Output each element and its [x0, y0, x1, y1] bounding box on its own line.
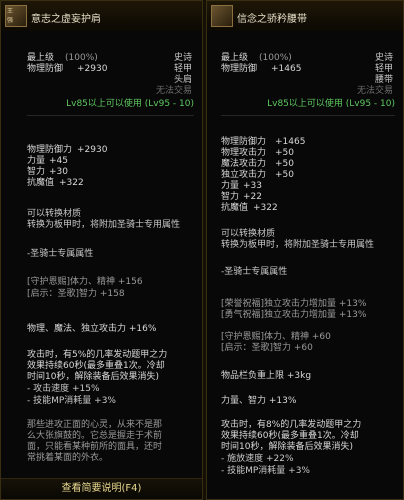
paladin-stat: [守护恩赐]体力、精神 +60	[221, 332, 331, 342]
shoulder-item-icon: 王 强	[5, 5, 27, 27]
proc-text: 时间10秒，解除装备后效果消失)	[221, 442, 353, 452]
item-title: 意志之虚妄护肩	[31, 14, 101, 25]
flavor-text: 常挑着某面的外衣。	[27, 453, 109, 463]
level-label: 最上级	[27, 53, 55, 63]
proc-effect: - 技能MP消耗量 +3%	[221, 466, 310, 476]
stat-label: 魔法攻击力	[221, 159, 267, 169]
use-requirement: Lv85以上可以使用 (Lv95 - 10)	[267, 99, 395, 109]
armor-type: 轻甲	[173, 64, 192, 74]
stat-value: +45	[49, 156, 68, 166]
tooltip-header: 王 强 意志之虚妄护肩	[1, 1, 202, 31]
paladin-stat: [启示：圣歌]智力 +60	[221, 343, 313, 353]
phys-def-label: 物理防御	[221, 64, 258, 74]
paladin-stat: [勇气祝福]独立攻击力增加量 +13%	[221, 310, 367, 320]
convert-desc: 转换为板甲时，将附加圣骑士专用属性	[27, 220, 181, 230]
trade-status: 无法交易	[155, 86, 192, 96]
flavor-text: 么大张旗鼓的。它总是握走于术前	[27, 431, 163, 441]
stat-label: 智力	[221, 192, 240, 202]
phys-def-label: 物理防御	[27, 64, 64, 74]
paladin-stat: [启示：圣歌]智力 +158	[27, 289, 125, 299]
paladin-stat: [荣誉祝福]独立攻击力增加量 +13%	[221, 299, 367, 309]
attack-bonus: 物理、魔法、独立攻击力 +16%	[27, 324, 157, 334]
weight-bonus: 物品栏负重上限 +3kg	[221, 371, 312, 381]
item-tooltip-belt: 信念之骄矜腰带 最上级 (100%) 史诗 物理防御 +1465 轻甲 腰带 无…	[206, 0, 404, 500]
view-brief-button[interactable]: 查看简要说明(F4)	[1, 478, 202, 499]
stat-value: +33	[243, 181, 262, 191]
flavor-text: 面，只能看某种前所的面具，还时	[27, 442, 163, 452]
rarity: 史诗	[374, 53, 393, 63]
paladin-title: -圣骑士专属属性	[221, 267, 288, 277]
convert-desc: 转换为板甲时，将附加圣骑士专用属性	[221, 240, 375, 250]
divider	[27, 115, 194, 116]
stat-label: 物理攻击力	[221, 148, 267, 158]
proc-effect: - 攻击速度 +15%	[27, 384, 100, 394]
stat-value: +22	[243, 192, 262, 202]
level-label: 最上级	[221, 53, 249, 63]
proc-effect: - 施放速度 +22%	[221, 454, 294, 464]
convert-note: 可以转换材质	[221, 229, 276, 239]
trade-status: 无法交易	[356, 86, 393, 96]
armor-type: 轻甲	[374, 64, 393, 74]
stat-value: +2930	[77, 145, 108, 155]
proc-text: 效果持续60秒(最多重叠1次。冷却	[27, 361, 165, 371]
proc-text: 攻击时，有8%的几率发动题甲之力	[221, 420, 362, 430]
proc-text: 效果持续60秒(最多重叠1次。冷却	[221, 431, 359, 441]
stat-value: +1465	[275, 137, 306, 147]
stat-label: 独立攻击力	[221, 170, 267, 180]
proc-text: 攻击时，有5%的几率发动题甲之力	[27, 350, 168, 360]
proc-text: 时间10秒，解除装备后效果消失)	[27, 372, 159, 382]
stat-value: +322	[59, 178, 84, 188]
stat-value: +30	[49, 167, 68, 177]
stat-value: +322	[253, 203, 278, 213]
rarity: 史诗	[173, 53, 192, 63]
stat-label: 智力	[27, 167, 46, 177]
item-slot: 腰带	[374, 75, 393, 85]
item-title: 信念之骄矜腰带	[237, 14, 307, 25]
item-slot: 头肩	[173, 75, 192, 85]
stat-label: 力量	[27, 156, 46, 166]
stat-label: 物理防御力	[221, 137, 267, 147]
str-int-bonus: 力量、智力 +13%	[221, 396, 297, 406]
flavor-text: 那些进攻正面的心灵，从来不是那	[27, 420, 163, 430]
item-tooltip-shoulder: 王 强 意志之虚妄护肩 最上级 (100%) 史诗 物理防御 +2930 轻甲 …	[0, 0, 203, 500]
level-pct: (100%)	[259, 53, 292, 63]
convert-note: 可以转换材质	[27, 209, 82, 219]
level-pct: (100%)	[65, 53, 98, 63]
stat-value: +50	[275, 159, 294, 169]
paladin-stat: [守护恩赐]体力、精神 +156	[27, 277, 143, 287]
tooltip-header: 信念之骄矜腰带	[207, 1, 403, 31]
stat-label: 抗魔值	[27, 178, 55, 188]
proc-effect: - 技能MP消耗量 +3%	[27, 396, 116, 406]
stat-label: 物理防御力	[27, 145, 73, 155]
phys-def-value: +2930	[77, 64, 108, 74]
stat-label: 抗魔值	[221, 203, 249, 213]
phys-def-value: +1465	[271, 64, 302, 74]
divider	[221, 115, 395, 116]
use-requirement: Lv85以上可以使用 (Lv95 - 10)	[66, 99, 194, 109]
stat-label: 力量	[221, 181, 240, 191]
stat-value: +50	[275, 170, 294, 180]
stat-value: +50	[275, 148, 294, 158]
paladin-title: -圣骑士专属属性	[27, 249, 94, 259]
belt-item-icon	[211, 5, 233, 27]
